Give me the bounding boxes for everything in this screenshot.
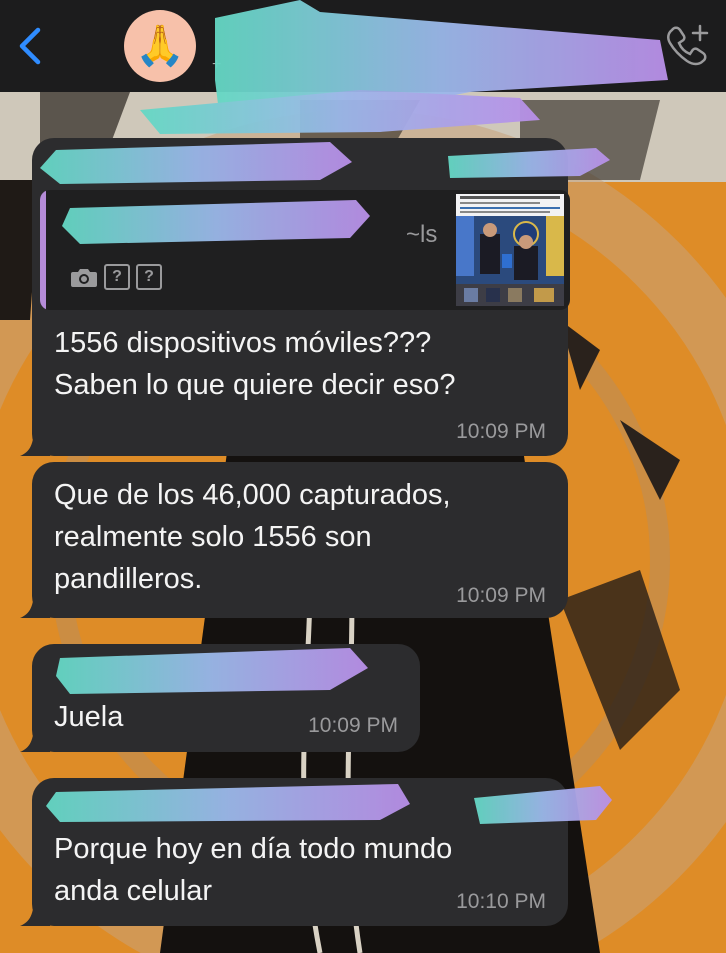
message-timestamp: 10:09 PM <box>456 420 546 443</box>
bubble-tail <box>20 426 50 456</box>
bubble-tail <box>20 722 50 752</box>
message-bubble[interactable]: Porque hoy en día todo mundo anda celula… <box>20 778 568 926</box>
chat-header: 🙏 + <box>0 0 726 92</box>
message-timestamp: 10:10 PM <box>456 890 546 913</box>
quote-media-indicator: ? ? <box>70 264 162 290</box>
message-bubble[interactable]: ~ls ? ? 1556 dispositivos móviles??? Sab… <box>20 138 570 456</box>
praying-hands-icon: 🙏 <box>135 24 185 68</box>
message-timestamp: 10:09 PM <box>308 714 398 737</box>
contact-subtitle: + <box>212 56 222 73</box>
avatar[interactable]: 🙏 <box>124 10 196 82</box>
message-text: Porque hoy en día todo mundo anda celula… <box>54 833 453 907</box>
quote-thumbnail <box>456 194 564 306</box>
quote-accent-bar <box>40 190 46 310</box>
message-timestamp: 10:09 PM <box>456 584 546 607</box>
phone-plus-icon <box>667 24 709 66</box>
message-text: Juela <box>54 701 124 733</box>
bubble-tail <box>20 588 50 618</box>
bubble-tail <box>20 896 50 926</box>
camera-icon <box>71 269 97 287</box>
back-button[interactable] <box>12 22 52 70</box>
unknown-glyph-icon: ? <box>104 264 130 290</box>
message-text: Que de los 46,000 capturados, realmente … <box>54 479 451 595</box>
chevron-left-icon <box>19 27 41 65</box>
add-call-button[interactable] <box>664 20 714 70</box>
message-bubble[interactable]: Que de los 46,000 capturados, realmente … <box>20 462 568 618</box>
quoted-message[interactable]: ~ls ? ? <box>40 190 570 310</box>
quote-author-suffix: ~ls <box>406 221 438 248</box>
unknown-glyph-icon: ? <box>136 264 162 290</box>
message-bubble[interactable]: Juela 10:09 PM <box>20 644 420 752</box>
message-text: 1556 dispositivos móviles??? Saben lo qu… <box>54 327 456 401</box>
